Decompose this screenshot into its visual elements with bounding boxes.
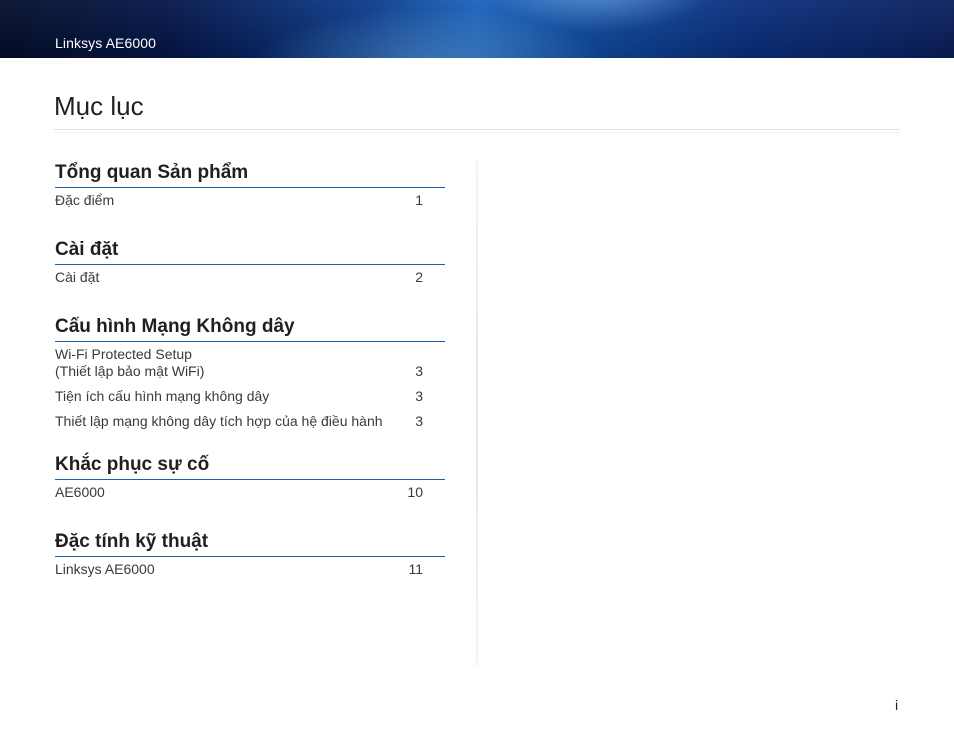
toc-entry[interactable]: Wi-Fi Protected Setup (Thiết lập bảo mật… bbox=[55, 346, 445, 380]
toc-entry-text: Linksys AE6000 bbox=[55, 561, 155, 577]
toc-entry-page: 2 bbox=[415, 269, 423, 285]
toc-entry[interactable]: Tiện ích cấu hình mạng không dây 3 bbox=[55, 388, 445, 405]
toc-section-troubleshooting: Khắc phục sự cố AE6000 10 bbox=[55, 452, 445, 501]
toc-entry-text: Wi-Fi Protected Setup bbox=[55, 346, 192, 362]
toc-heading[interactable]: Khắc phục sự cố bbox=[55, 452, 445, 480]
toc-entry-text: Thiết lập mạng không dây tích hợp của hệ… bbox=[55, 413, 383, 429]
title-divider-secondary bbox=[54, 132, 900, 133]
page-number: i bbox=[895, 697, 899, 713]
toc-section-installation: Cài đặt Cài đặt 2 bbox=[55, 237, 445, 286]
toc-entry-page: 3 bbox=[415, 363, 423, 379]
toc-entry-page: 10 bbox=[407, 484, 423, 500]
toc-heading[interactable]: Cài đặt bbox=[55, 237, 445, 265]
toc-section-specifications: Đặc tính kỹ thuật Linksys AE6000 11 bbox=[55, 529, 445, 578]
page-title: Mục lục bbox=[54, 91, 144, 121]
table-of-contents: Tổng quan Sản phẩm Đặc điểm 1 Cài đặt Cà… bbox=[55, 160, 445, 586]
toc-entry[interactable]: Cài đặt 2 bbox=[55, 269, 445, 286]
toc-heading[interactable]: Tổng quan Sản phẩm bbox=[55, 160, 445, 188]
toc-entry-page: 1 bbox=[415, 192, 423, 208]
toc-entry[interactable]: Linksys AE6000 11 bbox=[55, 561, 445, 578]
toc-heading[interactable]: Đặc tính kỹ thuật bbox=[55, 529, 445, 557]
toc-entry[interactable]: Thiết lập mạng không dây tích hợp của hệ… bbox=[55, 413, 445, 430]
toc-entry-page: 3 bbox=[415, 388, 423, 404]
toc-entry[interactable]: AE6000 10 bbox=[55, 484, 445, 501]
title-divider bbox=[54, 129, 900, 130]
toc-entry-page: 3 bbox=[415, 413, 423, 429]
toc-entry[interactable]: Đặc điểm 1 bbox=[55, 192, 445, 209]
toc-heading[interactable]: Cấu hình Mạng Không dây bbox=[55, 314, 445, 342]
toc-entry-text: Tiện ích cấu hình mạng không dây bbox=[55, 388, 270, 404]
toc-entry-text-continued: (Thiết lập bảo mật WiFi) bbox=[55, 363, 205, 379]
column-divider bbox=[476, 160, 478, 666]
product-name: Linksys AE6000 bbox=[55, 35, 157, 51]
toc-entry-page: 11 bbox=[408, 561, 423, 577]
toc-section-wireless-config: Cấu hình Mạng Không dây Wi-Fi Protected … bbox=[55, 314, 445, 430]
toc-section-product-overview: Tổng quan Sản phẩm Đặc điểm 1 bbox=[55, 160, 445, 209]
toc-entry-text: Đặc điểm bbox=[55, 192, 115, 208]
toc-entry-text: Cài đặt bbox=[55, 269, 100, 285]
toc-entry-text: AE6000 bbox=[55, 484, 105, 500]
